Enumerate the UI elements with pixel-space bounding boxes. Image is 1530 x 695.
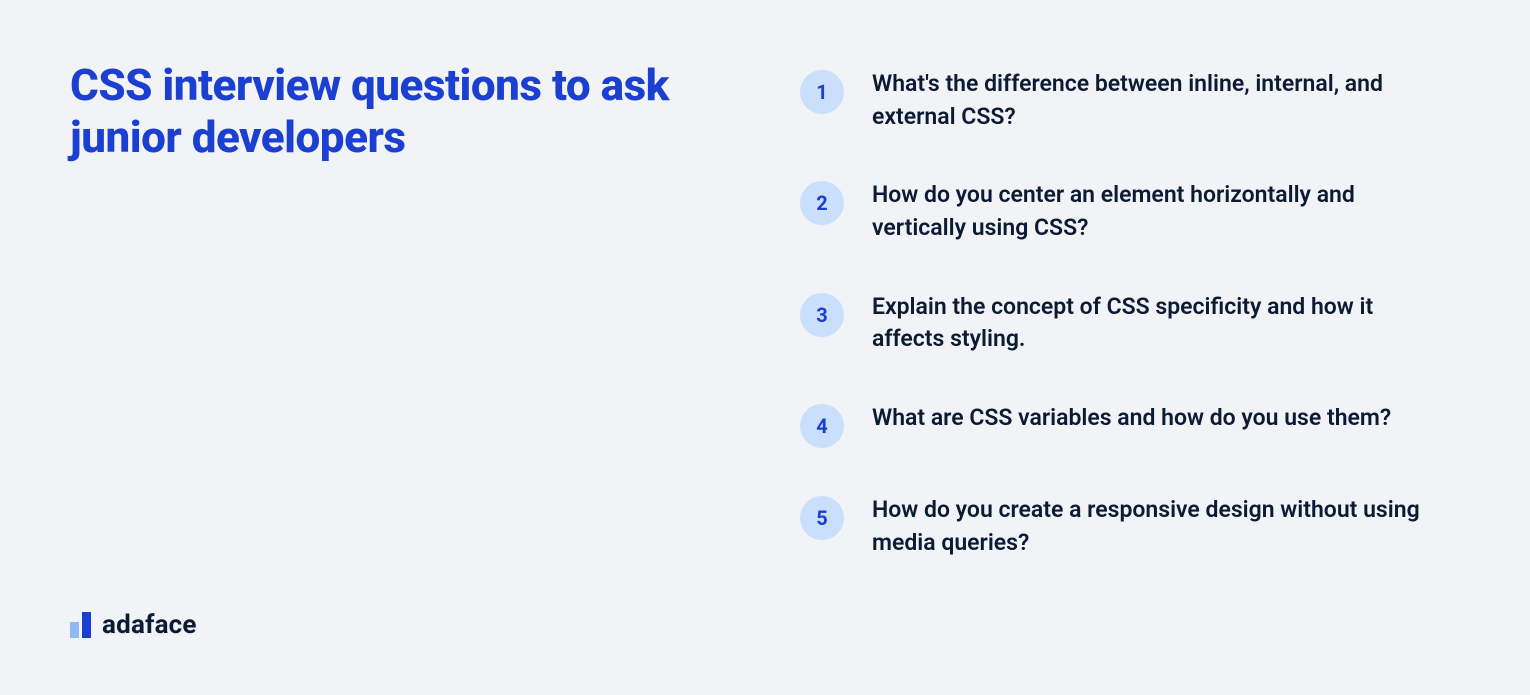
question-text: What are CSS variables and how do you us… (872, 402, 1391, 435)
list-item: 3 Explain the concept of CSS specificity… (800, 291, 1460, 356)
number-badge: 3 (800, 293, 844, 337)
question-text: How do you center an element horizontall… (872, 179, 1432, 244)
brand-logo: adaface (70, 610, 750, 640)
list-item: 5 How do you create a responsive design … (800, 494, 1460, 559)
brand-name: adaface (102, 610, 197, 640)
list-item: 1 What's the difference between inline, … (800, 68, 1460, 133)
list-item: 4 What are CSS variables and how do you … (800, 402, 1460, 448)
list-item: 2 How do you center an element horizonta… (800, 179, 1460, 244)
slide-container: CSS interview questions to ask junior de… (0, 0, 1530, 695)
number-badge: 4 (800, 404, 844, 448)
page-title: CSS interview questions to ask junior de… (70, 60, 710, 164)
question-text: What's the difference between inline, in… (872, 68, 1432, 133)
adaface-bars-icon (70, 612, 92, 638)
question-text: Explain the concept of CSS specificity a… (872, 291, 1432, 356)
number-badge: 2 (800, 181, 844, 225)
number-badge: 5 (800, 496, 844, 540)
number-badge: 1 (800, 70, 844, 114)
question-text: How do you create a responsive design wi… (872, 494, 1432, 559)
left-column: CSS interview questions to ask junior de… (70, 60, 770, 640)
questions-list: 1 What's the difference between inline, … (770, 60, 1460, 640)
